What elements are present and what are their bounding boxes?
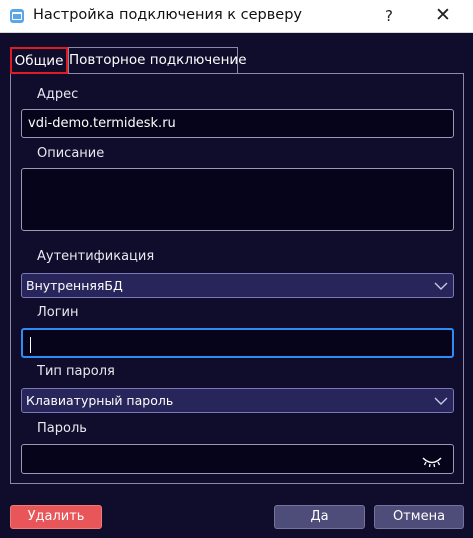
auth-selected-value: ВнутренняяБД [26,278,123,293]
tab-reconnect[interactable]: Повторное подключение [68,47,247,74]
address-input[interactable]: vdi-demo.termidesk.ru [21,109,454,138]
chevron-down-icon [434,282,448,290]
auth-label: Аутентификация [37,249,155,264]
login-label: Логин [37,305,79,320]
close-button[interactable]: ✕ [428,4,458,28]
app-window-icon [10,9,24,23]
auth-select[interactable]: ВнутренняяБД [21,273,454,298]
address-value: vdi-demo.termidesk.ru [28,116,176,131]
password-type-select[interactable]: Клавиатурный пароль [21,388,454,413]
tab-general[interactable]: Общие [10,47,68,74]
password-input[interactable] [21,444,454,474]
login-input[interactable] [21,328,454,358]
window-title: Настройка подключения к серверу [33,7,303,23]
password-label: Пароль [37,421,87,436]
cancel-button[interactable]: Отмена [374,505,464,529]
password-type-label: Тип пароля [37,364,115,379]
text-cursor [30,337,31,353]
title-bar: Настройка подключения к серверу ? ✕ [0,0,473,33]
chevron-down-icon [434,397,448,405]
eye-closed-icon[interactable] [422,454,442,468]
description-label: Описание [37,146,105,161]
address-label: Адрес [37,87,79,102]
connection-settings-dialog: Настройка подключения к серверу ? ✕ Общи… [0,0,473,538]
password-type-selected-value: Клавиатурный пароль [26,393,174,408]
delete-button[interactable]: Удалить [10,505,102,529]
help-button[interactable]: ? [376,4,402,28]
ok-button[interactable]: Да [274,505,365,529]
description-textarea[interactable] [21,168,454,231]
